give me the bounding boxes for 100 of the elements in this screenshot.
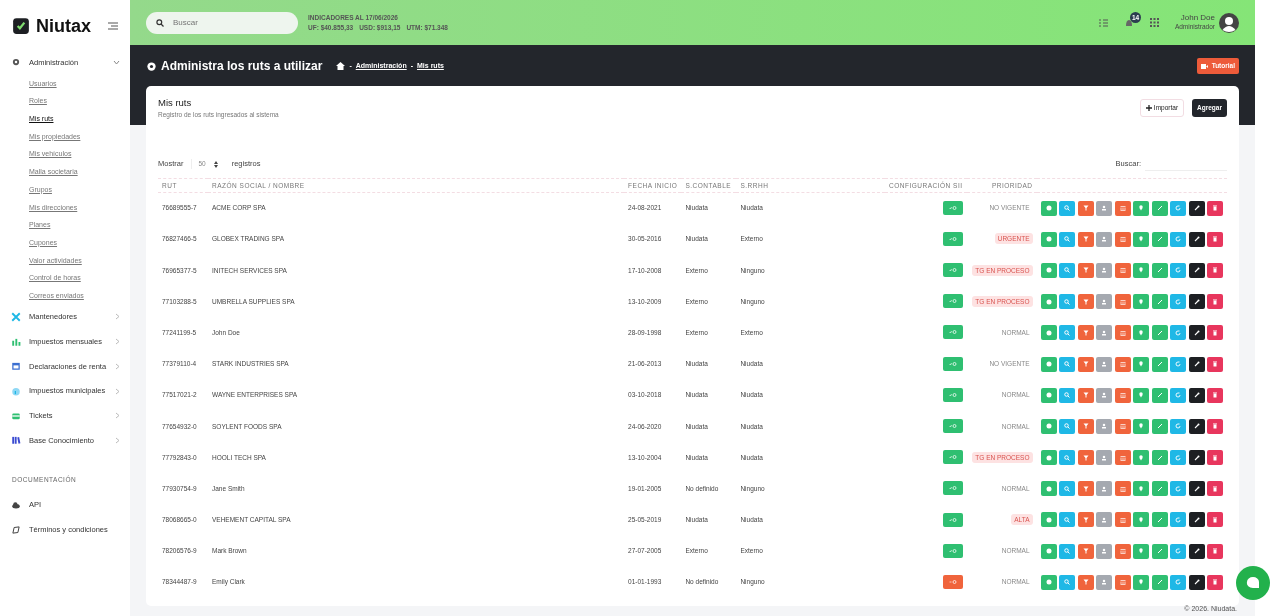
filter-icon <box>1081 204 1090 213</box>
user-icon <box>1100 235 1108 244</box>
user-icon <box>1100 391 1108 400</box>
sii-config-button[interactable] <box>942 325 963 340</box>
pin-icon <box>1137 297 1145 306</box>
cloud-icon <box>11 499 21 510</box>
search-icon <box>1063 422 1071 431</box>
sii-config-button[interactable] <box>942 419 963 434</box>
chevron-right-icon <box>115 313 120 321</box>
pin-icon <box>1137 515 1145 524</box>
filter-icon <box>1081 235 1090 244</box>
filter-icon <box>1081 453 1090 462</box>
sii-config-button[interactable] <box>942 543 963 558</box>
chevron-down-icon <box>113 59 120 65</box>
brand-name: Niutax <box>36 17 91 35</box>
wrench-icon <box>1192 453 1201 462</box>
filter-icon <box>1081 578 1090 587</box>
wrench-icon <box>1192 328 1201 337</box>
gear-icon <box>11 57 21 68</box>
sii-config-button[interactable] <box>942 200 963 215</box>
search-field[interactable]: Buscar <box>146 11 298 34</box>
bank-icon <box>1118 391 1127 400</box>
search-icon <box>1063 515 1071 524</box>
avatar[interactable] <box>1219 12 1239 33</box>
wrench-icon <box>1192 360 1201 369</box>
trash-icon <box>1211 235 1219 244</box>
pin-icon <box>1137 422 1145 431</box>
user-icon <box>1100 422 1108 431</box>
trash-icon <box>1211 391 1219 400</box>
tools-icon <box>11 311 21 322</box>
filter-icon <box>1081 360 1090 369</box>
sii-config-button[interactable] <box>942 294 963 309</box>
pin-icon <box>1137 328 1145 337</box>
trash-icon <box>1211 360 1219 369</box>
refresh-icon <box>1174 360 1182 369</box>
search-icon <box>1063 453 1071 462</box>
calendar-icon <box>11 361 21 372</box>
pin-icon <box>1137 204 1145 213</box>
action-button[interactable] <box>1188 574 1205 590</box>
action-button[interactable] <box>1188 294 1205 310</box>
menu-icon[interactable] <box>108 22 118 30</box>
bank-icon <box>1118 204 1127 213</box>
action-button[interactable] <box>1188 356 1205 372</box>
action-button[interactable] <box>1188 512 1205 528</box>
pin-icon <box>1137 266 1145 275</box>
refresh-icon <box>1174 204 1182 213</box>
refresh-icon <box>1174 235 1182 244</box>
user-icon <box>1100 578 1108 587</box>
action-button[interactable] <box>1188 262 1205 278</box>
wrench-icon <box>1192 391 1201 400</box>
apps-icon[interactable] <box>1149 18 1159 27</box>
bell-icon[interactable] <box>1123 17 1134 28</box>
chevron-right-icon <box>115 412 120 420</box>
sii-config-button[interactable] <box>942 231 963 246</box>
refresh-icon <box>1174 515 1182 524</box>
wrench-icon <box>1192 422 1201 431</box>
sii-config-button[interactable] <box>942 450 963 465</box>
refresh-icon <box>1174 297 1182 306</box>
search-icon <box>1063 266 1071 275</box>
search-icon <box>1063 391 1071 400</box>
action-button[interactable] <box>1188 200 1205 216</box>
wrench-icon <box>1192 235 1201 244</box>
wrench-icon <box>1192 204 1201 213</box>
filter-icon <box>1081 328 1090 337</box>
sii-config-button[interactable] <box>942 574 963 589</box>
refresh-icon <box>1174 547 1182 556</box>
action-button[interactable] <box>1188 231 1205 247</box>
sii-config-button[interactable] <box>942 263 963 278</box>
bank-icon <box>1118 422 1127 431</box>
user-icon <box>1100 360 1108 369</box>
action-button[interactable] <box>1188 325 1205 341</box>
refresh-icon <box>1174 328 1182 337</box>
action-button[interactable] <box>1188 418 1205 434</box>
wrench-icon <box>1192 266 1201 275</box>
list-icon[interactable] <box>1098 18 1108 27</box>
search-icon <box>1063 235 1071 244</box>
trash-icon <box>1211 547 1219 556</box>
user-icon <box>1100 484 1108 493</box>
bank-icon <box>1118 297 1127 306</box>
chat-button[interactable] <box>1236 566 1270 600</box>
pin-icon <box>1137 235 1145 244</box>
user-icon <box>1100 515 1108 524</box>
sii-config-button[interactable] <box>942 387 963 402</box>
action-button[interactable] <box>1188 387 1205 403</box>
bank-icon <box>1118 328 1127 337</box>
action-button[interactable] <box>1188 450 1205 466</box>
pin-icon <box>1137 578 1145 587</box>
bank-icon <box>1118 484 1127 493</box>
video-icon <box>1200 63 1208 69</box>
trash-icon <box>1211 266 1219 275</box>
sii-config-button[interactable] <box>942 512 963 527</box>
sii-config-button[interactable] <box>942 481 963 496</box>
pin-icon <box>1137 547 1145 556</box>
sort-caret-icon <box>213 160 218 168</box>
bank-icon <box>1118 578 1127 587</box>
home-icon[interactable] <box>336 62 346 70</box>
sii-config-button[interactable] <box>942 356 963 371</box>
action-button[interactable] <box>1188 481 1205 497</box>
wrench-icon <box>1192 578 1201 587</box>
action-button[interactable] <box>1188 543 1205 559</box>
